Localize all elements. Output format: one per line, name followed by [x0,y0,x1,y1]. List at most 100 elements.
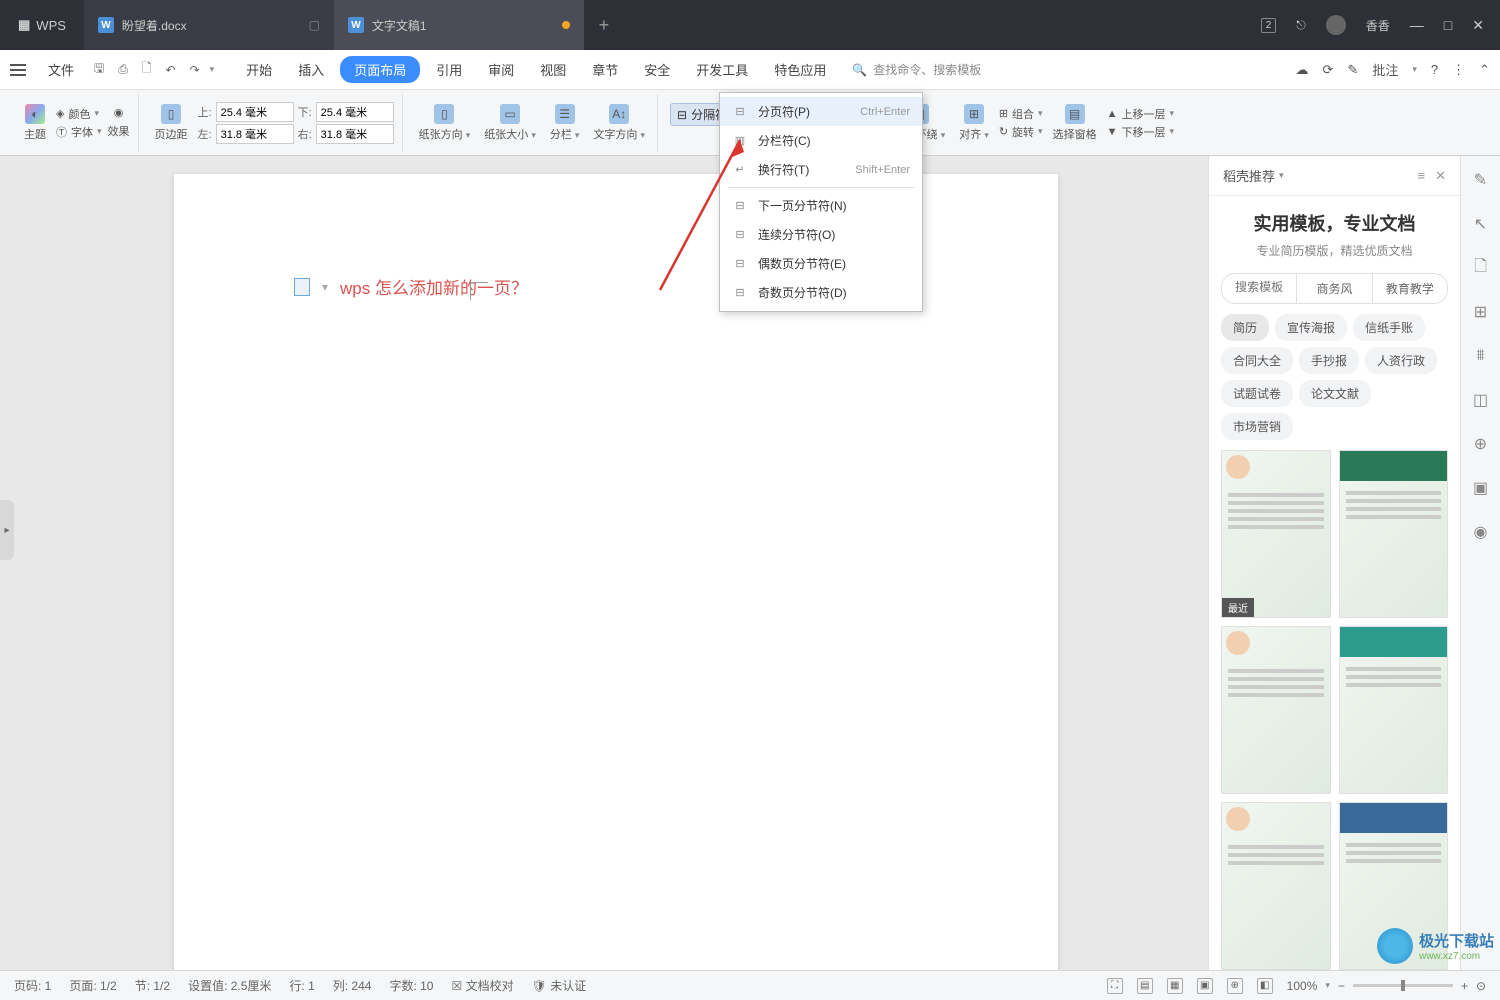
sp-tab-business[interactable]: 商务风 [1297,274,1372,303]
sb-page[interactable]: 页面: 1/2 [69,977,116,994]
menu-dev-tools[interactable]: 开发工具 [686,56,758,83]
collapse-icon[interactable]: ⌃ [1479,62,1490,78]
margin-left-input[interactable] [216,124,294,144]
rt-doc-icon[interactable]: 🗋 [1471,258,1491,278]
doc-tab-0[interactable]: W 盼望着.docx ▢ [84,0,334,50]
menu-view[interactable]: 视图 [530,56,576,83]
maximize-icon[interactable]: □ [1444,17,1452,34]
template-6[interactable] [1339,802,1449,970]
file-menu[interactable]: 文件 [38,56,84,83]
sp-tag-poster[interactable]: 宣传海报 [1275,314,1347,341]
sp-tag-exam[interactable]: 试题试卷 [1221,380,1293,407]
sb-col[interactable]: 列: 244 [333,977,372,994]
zoom-out-icon[interactable]: − [1338,979,1345,993]
redo-icon[interactable]: ↷ [186,63,204,77]
rt-shapes-icon[interactable]: ◫ [1471,390,1491,410]
zoom-value[interactable]: 100% [1287,979,1318,993]
menu-reference[interactable]: 引用 [426,56,472,83]
sp-tag-resume[interactable]: 简历 [1221,314,1269,341]
more-icon[interactable]: ⋮ [1452,62,1465,78]
document-page[interactable]: ▾ wps 怎么添加新的一页？ [174,174,1058,970]
align-button[interactable]: ⊞对齐 ▾ [955,102,993,144]
sp-tag-letter[interactable]: 信纸手账 [1353,314,1425,341]
sb-fullscreen-icon[interactable]: ⛶ [1107,978,1123,994]
select-pane-button[interactable]: ▤选择窗格 [1049,102,1101,144]
template-5[interactable] [1221,802,1331,970]
dd-line-break[interactable]: ↵换行符(T)Shift+Enter [720,155,922,184]
sb-view1-icon[interactable]: ▤ [1137,978,1153,994]
rt-ai-icon[interactable]: ⊕ [1471,434,1491,454]
sp-tag-news[interactable]: 手抄报 [1299,347,1359,374]
search-hint[interactable]: 查找命令、搜索模板 [873,61,981,78]
rt-cursor-icon[interactable]: ↖ [1471,214,1491,234]
note-label[interactable]: 批注 [1372,60,1398,79]
menu-security[interactable]: 安全 [634,56,680,83]
tab-menu-icon[interactable]: ▢ [309,18,320,32]
sb-section[interactable]: 节: 1/2 [135,977,170,994]
sp-tag-marketing[interactable]: 市场营销 [1221,413,1293,440]
notification-icon[interactable]: 2 [1261,18,1277,33]
document-text[interactable]: wps 怎么添加新的一页？ [340,274,528,299]
page-margin-button[interactable]: ▯页边距 [151,102,192,144]
sb-auth[interactable]: 🛡 未认证 [532,977,587,994]
menu-review[interactable]: 审阅 [478,56,524,83]
dd-page-break[interactable]: ⊟分页符(P)Ctrl+Enter [720,97,922,126]
sp-close-icon[interactable]: ✕ [1435,168,1446,184]
sb-setting[interactable]: 设置值: 2.5厘米 [188,977,271,994]
dd-column-break[interactable]: ▥分栏符(C) [720,126,922,155]
sb-view2-icon[interactable]: ▦ [1167,978,1183,994]
hamburger-icon[interactable] [10,64,32,76]
margin-top-input[interactable] [216,102,294,122]
font-button[interactable]: Ⓣ 字体 ▾ [56,124,102,140]
rt-grid-icon[interactable]: ⊞ [1471,302,1491,322]
minimize-icon[interactable]: — [1410,17,1424,34]
menu-start[interactable]: 开始 [236,56,282,83]
save-icon[interactable]: 🖫 [90,59,108,80]
dd-odd-page-section[interactable]: ⊟奇数页分节符(D) [720,278,922,307]
menu-special[interactable]: 特色应用 [764,56,836,83]
dd-next-page-section[interactable]: ⊟下一页分节符(N) [720,191,922,220]
left-panel-toggle[interactable]: ▸ [0,500,14,560]
sp-search-input[interactable] [1222,280,1296,294]
sb-web-icon[interactable]: ⊕ [1227,978,1243,994]
rt-pen-icon[interactable]: ✎ [1471,170,1491,190]
zoom-control[interactable]: 100%▾ − + ⊙ [1287,979,1486,993]
rt-compass-icon[interactable]: ◉ [1471,522,1491,542]
menu-chapter[interactable]: 章节 [582,56,628,83]
template-3[interactable] [1221,626,1331,794]
dd-even-page-section[interactable]: ⊟偶数页分节符(E) [720,249,922,278]
sb-proof[interactable]: ☒ 文档校对 [452,977,514,994]
sb-page-code[interactable]: 页码: 1 [14,977,51,994]
sb-view3-icon[interactable]: ▣ [1197,978,1213,994]
color-button[interactable]: ◈ 颜色 ▾ [56,106,102,122]
user-avatar[interactable] [1326,15,1346,35]
text-direction-button[interactable]: A↕文字方向 ▾ [589,102,649,144]
margin-bottom-input[interactable] [316,102,394,122]
qa-dropdown-icon[interactable]: ▾ [210,64,215,75]
preview-icon[interactable]: 🗋 [138,59,156,80]
template-2[interactable] [1339,450,1449,618]
dd-continuous-section[interactable]: ⊟连续分节符(O) [720,220,922,249]
sb-row[interactable]: 行: 1 [289,977,314,994]
columns-button[interactable]: ☰分栏 ▾ [546,102,584,144]
sp-tab-education[interactable]: 教育教学 [1373,274,1447,303]
sb-outline-icon[interactable]: ◧ [1257,978,1273,994]
theme-button[interactable]: ◐主题 [20,102,50,144]
margin-right-input[interactable] [316,124,394,144]
new-tab-button[interactable]: + [584,15,624,36]
sp-tag-contract[interactable]: 合同大全 [1221,347,1293,374]
paper-size-button[interactable]: ▭纸张大小 ▾ [480,102,540,144]
search-icon[interactable]: 🔍 [842,63,867,77]
note-icon[interactable]: ✎ [1347,62,1358,78]
zoom-in-icon[interactable]: + [1461,979,1468,993]
doc-tab-1[interactable]: W 文字文稿1 [334,0,584,50]
paper-direction-button[interactable]: ▯纸张方向 ▾ [415,102,475,144]
template-1[interactable]: 最近 [1221,450,1331,618]
undo-icon[interactable]: ↶ [162,63,180,77]
menu-insert[interactable]: 插入 [288,56,334,83]
rt-link-icon[interactable]: ⩩ [1471,346,1491,366]
help-icon[interactable]: ? [1431,62,1438,77]
share-icon[interactable]: ⎋ [1296,18,1306,33]
cloud-icon[interactable]: ☁ [1296,62,1309,78]
sp-tag-hr[interactable]: 人资行政 [1365,347,1437,374]
